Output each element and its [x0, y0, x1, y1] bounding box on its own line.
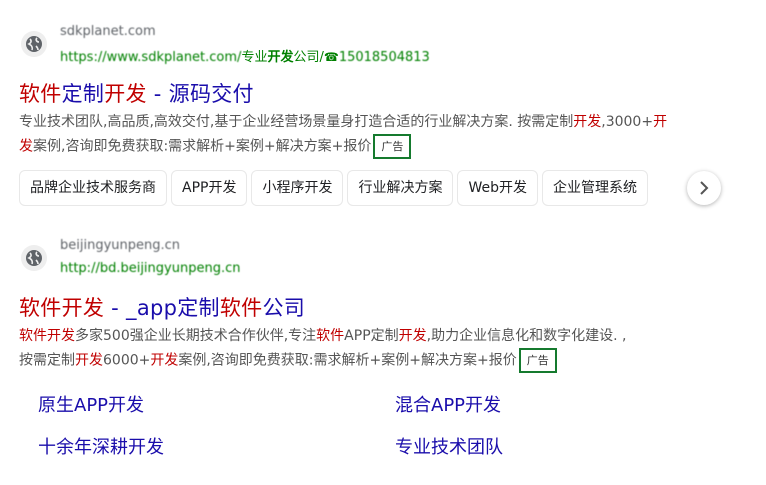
desc-keyword: 开发 [75, 352, 103, 369]
desc-text: ,3000+ [601, 114, 654, 130]
phone-number: 15018504813 [338, 50, 430, 65]
url-text: http://bd.beijingyunpeng.cn [60, 261, 241, 276]
site-name: beijingyunpeng.cn [60, 238, 181, 253]
chevron-right-icon[interactable] [687, 171, 721, 205]
desc-text: 案例,咨询即免费获取:需求解析+案例+解决方案+报价 [178, 352, 517, 369]
desc-keyword: 开发 [573, 114, 602, 130]
chip-web-dev[interactable]: Web开发 [457, 170, 538, 206]
phone-icon: ☎ [323, 50, 339, 64]
desc-text: 案例,咨询即免费获取:需求解析+案例+解决方案+报价 [33, 138, 372, 155]
category-chips: 品牌企业技术服务商 APP开发 小程序开发 行业解决方案 Web开发 企业管理系统 [19, 170, 749, 208]
title-keyword: 软件 [219, 296, 263, 320]
chip-industry-solutions[interactable]: 行业解决方案 [347, 170, 454, 206]
desc-text: APP定制 [344, 328, 399, 344]
globe-icon [21, 245, 47, 271]
desc-keyword: 软件 [316, 328, 345, 344]
desc-keyword: 开发 [398, 328, 427, 344]
title-text: 定制 [61, 82, 105, 106]
chip-mini-program[interactable]: 小程序开发 [251, 170, 344, 206]
sitelink-ten-years[interactable]: 十余年深耕开发 [38, 433, 164, 459]
ad-title-link[interactable]: 软件定制开发 - 源码交付 [19, 78, 254, 108]
title-text: - _app定制 [104, 296, 220, 320]
ad-description: 软件开发多家500强企业长期技术合作伙伴,专注软件APP定制开发,助力企业信息化… [19, 324, 719, 373]
chip-brand-service[interactable]: 品牌企业技术服务商 [19, 170, 167, 206]
chips-fade [660, 170, 690, 208]
sitelink-native-app[interactable]: 原生APP开发 [38, 391, 144, 417]
desc-text: 多家500强企业长期技术合作伙伴,专注 [75, 328, 317, 344]
globe-icon [21, 31, 47, 57]
desc-text: ,助力企业信息化和数字化建设. , [426, 328, 627, 344]
ad-badge: 广告 [518, 348, 557, 373]
title-text: 公司 [262, 296, 306, 320]
site-name: sdkplanet.com [60, 24, 156, 39]
sitelink-hybrid-app[interactable]: 混合APP开发 [395, 391, 501, 417]
desc-text: 按需定制 [19, 352, 75, 369]
url-prefix: https://www.sdkplanet.com/ [60, 50, 242, 65]
chip-enterprise-system[interactable]: 企业管理系统 [542, 170, 648, 206]
title-keyword: 开发 [104, 82, 147, 106]
url-tail-end: 公司/ [293, 50, 324, 65]
ad-badge: 广告 [373, 134, 412, 159]
chip-app-dev[interactable]: APP开发 [171, 170, 248, 206]
desc-text: 专业技术团队,高品质,高效交付,基于企业经营场景量身打造合适的行业解决方案. 按… [19, 114, 574, 130]
desc-keyword: 软件开发 [19, 328, 75, 344]
title-keyword: 软件 [19, 82, 62, 106]
desc-keyword: 开发 [150, 352, 179, 369]
desc-text: 6000+ [103, 352, 151, 369]
url-tail: 专业 [241, 50, 268, 65]
site-url[interactable]: http://bd.beijingyunpeng.cn [60, 261, 240, 276]
title-keyword: 软件开发 [19, 296, 105, 320]
sitelink-tech-team[interactable]: 专业技术团队 [395, 433, 503, 459]
site-url[interactable]: https://www.sdkplanet.com/专业开发公司/☎150185… [60, 46, 430, 65]
url-keyword: 开发 [267, 50, 294, 65]
title-text: - 源码交付 [146, 82, 254, 106]
ad-title-link[interactable]: 软件开发 - _app定制软件公司 [19, 292, 305, 322]
ad-description: 专业技术团队,高品质,高效交付,基于企业经营场景量身打造合适的行业解决方案. 按… [19, 110, 669, 159]
